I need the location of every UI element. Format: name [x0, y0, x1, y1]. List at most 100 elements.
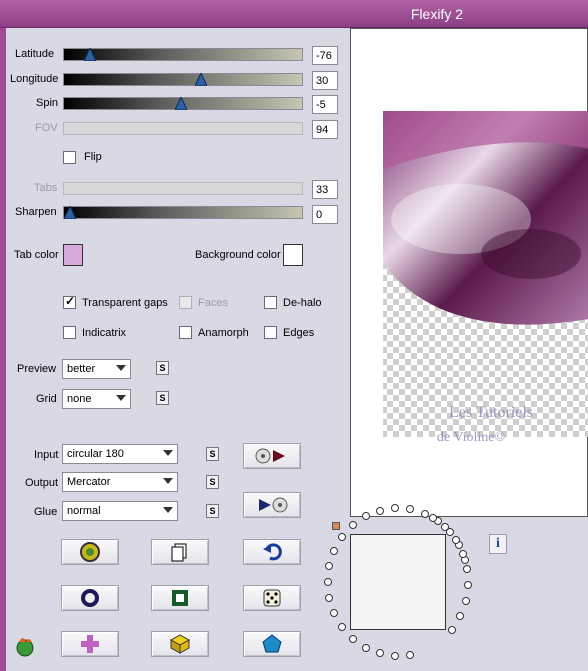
latitude-thumb[interactable] [84, 48, 96, 61]
undo-icon [263, 543, 282, 561]
navigator-dot [441, 523, 449, 531]
fov-label: FOV [35, 122, 58, 134]
latitude-slider[interactable] [63, 48, 303, 61]
anamorph-checkbox[interactable] [179, 326, 192, 339]
tab-color-swatch[interactable] [63, 244, 83, 266]
input-select[interactable]: circular 180 [62, 444, 178, 464]
dehalo-checkbox[interactable] [264, 296, 277, 309]
navigator-dot [362, 644, 370, 652]
output-select-value: Mercator [67, 476, 111, 488]
longitude-label: Longitude [10, 73, 59, 85]
navigator-dot [376, 507, 384, 515]
preview-select-value: better [67, 363, 96, 375]
dice-icon [263, 589, 281, 607]
randomize-button[interactable] [61, 539, 119, 565]
glue-s-button[interactable]: S [206, 504, 219, 518]
edges-label: Edges [283, 327, 315, 339]
latitude-value[interactable]: -76 [312, 46, 338, 65]
preview-select[interactable]: better [62, 359, 131, 379]
navigator-dot [330, 547, 338, 555]
undo-button[interactable] [243, 539, 301, 565]
spin-label: Spin [36, 97, 59, 109]
tabs-value[interactable]: 33 [312, 180, 338, 199]
ring-button[interactable] [61, 585, 119, 611]
watermark-line2: de Violine© [437, 430, 506, 445]
navigator-handle[interactable] [332, 522, 340, 530]
watermark-line1: Les Tutoriels [449, 404, 533, 421]
cross-button[interactable] [61, 631, 119, 657]
output-label: Output [25, 477, 59, 489]
indicatrix-checkbox[interactable] [63, 326, 76, 339]
square-icon [172, 590, 188, 606]
background-color-label: Background color [195, 249, 281, 261]
faces-label: Faces [198, 297, 228, 309]
random-button[interactable] [243, 585, 301, 611]
longitude-value[interactable]: 30 [312, 71, 338, 90]
glue-label: Glue [34, 506, 58, 518]
sharpen-value[interactable]: 0 [312, 205, 338, 224]
preview-image: Les Tutoriels de Violine© [383, 111, 588, 445]
square-button[interactable] [151, 585, 209, 611]
background-color-swatch[interactable] [283, 244, 303, 266]
chevron-down-icon [163, 507, 173, 513]
navigator-dot [349, 635, 357, 643]
chevron-down-icon [163, 450, 173, 456]
grid-select-value: none [67, 393, 92, 405]
window-title: Flexify 2 [410, 6, 463, 22]
input-label: Input [34, 449, 59, 461]
navigator-box[interactable] [350, 534, 446, 630]
pentagon-icon [262, 634, 282, 653]
load-input-button[interactable] [243, 443, 301, 469]
ring-icon [81, 589, 99, 607]
sharpen-thumb[interactable] [64, 206, 76, 219]
chevron-down-icon [116, 395, 126, 401]
preview-canvas[interactable]: Les Tutoriels de Violine© [350, 28, 588, 517]
spin-value[interactable]: -5 [312, 95, 338, 114]
indicatrix-label: Indicatrix [82, 327, 127, 339]
navigator-dot [391, 504, 399, 512]
input-s-button[interactable]: S [206, 447, 219, 461]
navigator-dot [456, 612, 464, 620]
copy-button[interactable] [151, 539, 209, 565]
title-bar: Flexify 2 [0, 0, 588, 28]
tab-color-label: Tab color [14, 249, 59, 261]
flexify-logo-icon [13, 634, 37, 661]
navigator-dot [406, 651, 414, 659]
spin-thumb[interactable] [175, 97, 187, 110]
output-select[interactable]: Mercator [62, 472, 178, 492]
pentagon-button[interactable] [243, 631, 301, 657]
navigator-dot [325, 562, 333, 570]
anamorph-label: Anamorph [198, 327, 249, 339]
grid-s-button[interactable]: S [156, 391, 169, 405]
cube-button[interactable] [151, 631, 209, 657]
flip-checkbox[interactable] [63, 151, 76, 164]
grid-label: Grid [36, 393, 57, 405]
preview-s-button[interactable]: S [156, 361, 169, 375]
glue-select[interactable]: normal [62, 501, 178, 521]
info-button[interactable]: i [489, 534, 507, 554]
navigator-dot [406, 505, 414, 513]
cube-icon [169, 634, 191, 654]
longitude-thumb[interactable] [195, 73, 207, 86]
transparent-gaps-checkbox[interactable]: ✓ [63, 294, 76, 309]
save-output-button[interactable] [243, 492, 301, 518]
navigator-dot [349, 521, 357, 529]
fov-value[interactable]: 94 [312, 120, 338, 139]
preview-label: Preview [17, 363, 57, 375]
navigator-dot [338, 623, 346, 631]
tabs-slider [63, 182, 303, 195]
navigator-dot [324, 578, 332, 586]
gear-icon [80, 542, 100, 562]
fov-slider [63, 122, 303, 135]
chevron-down-icon [163, 478, 173, 484]
flip-label: Flip [84, 151, 102, 163]
navigator-dot [362, 512, 370, 520]
longitude-slider[interactable] [63, 73, 303, 86]
navigator-dot [338, 533, 346, 541]
grid-select[interactable]: none [62, 389, 131, 409]
output-s-button[interactable]: S [206, 475, 219, 489]
disc-play-icon [255, 448, 285, 464]
spin-slider[interactable] [63, 97, 303, 110]
edges-checkbox[interactable] [264, 326, 277, 339]
sharpen-slider[interactable] [63, 206, 303, 219]
